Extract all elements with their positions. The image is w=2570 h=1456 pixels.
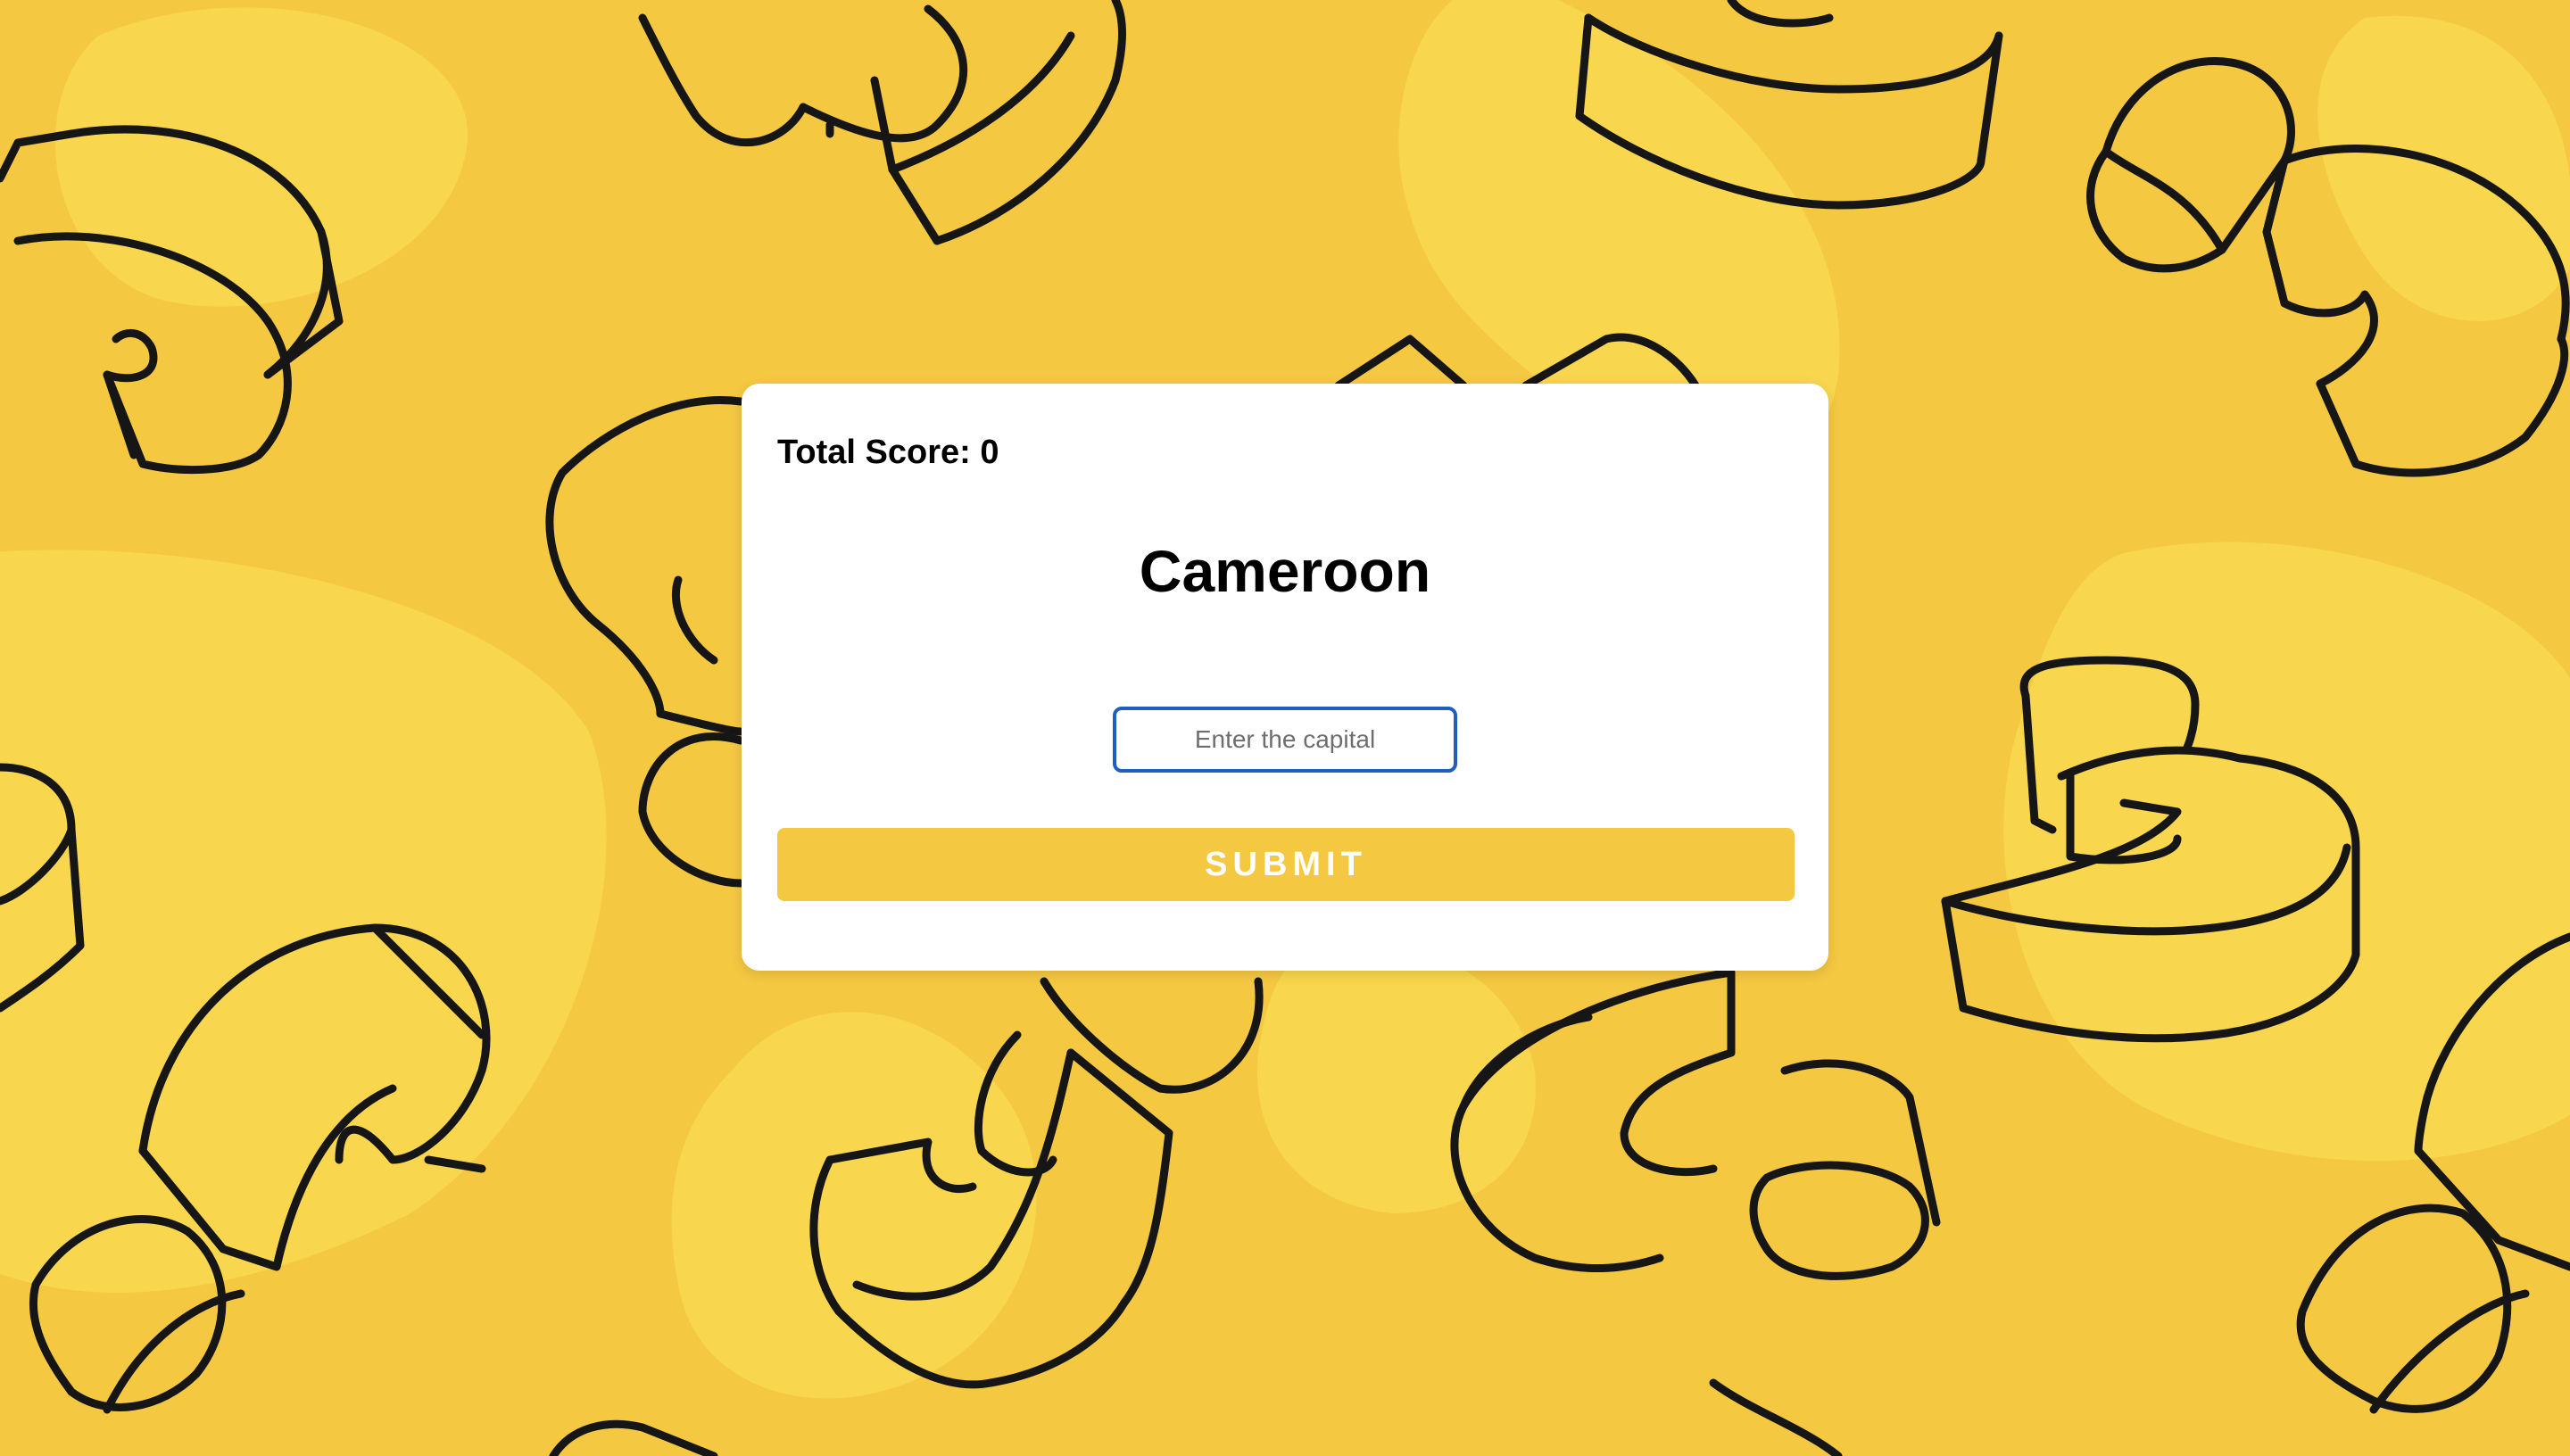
total-score: Total Score: 0: [777, 434, 999, 471]
country-name: Cameroon: [1139, 538, 1431, 604]
question-mark-outline-icon: [1450, 968, 1941, 1456]
capital-input[interactable]: [1113, 707, 1457, 773]
quiz-card: Total Score: 0 Cameroon SUBMIT: [742, 384, 1828, 971]
question-mark-outline-icon: [638, 0, 1126, 245]
submit-button[interactable]: SUBMIT: [777, 828, 1795, 901]
